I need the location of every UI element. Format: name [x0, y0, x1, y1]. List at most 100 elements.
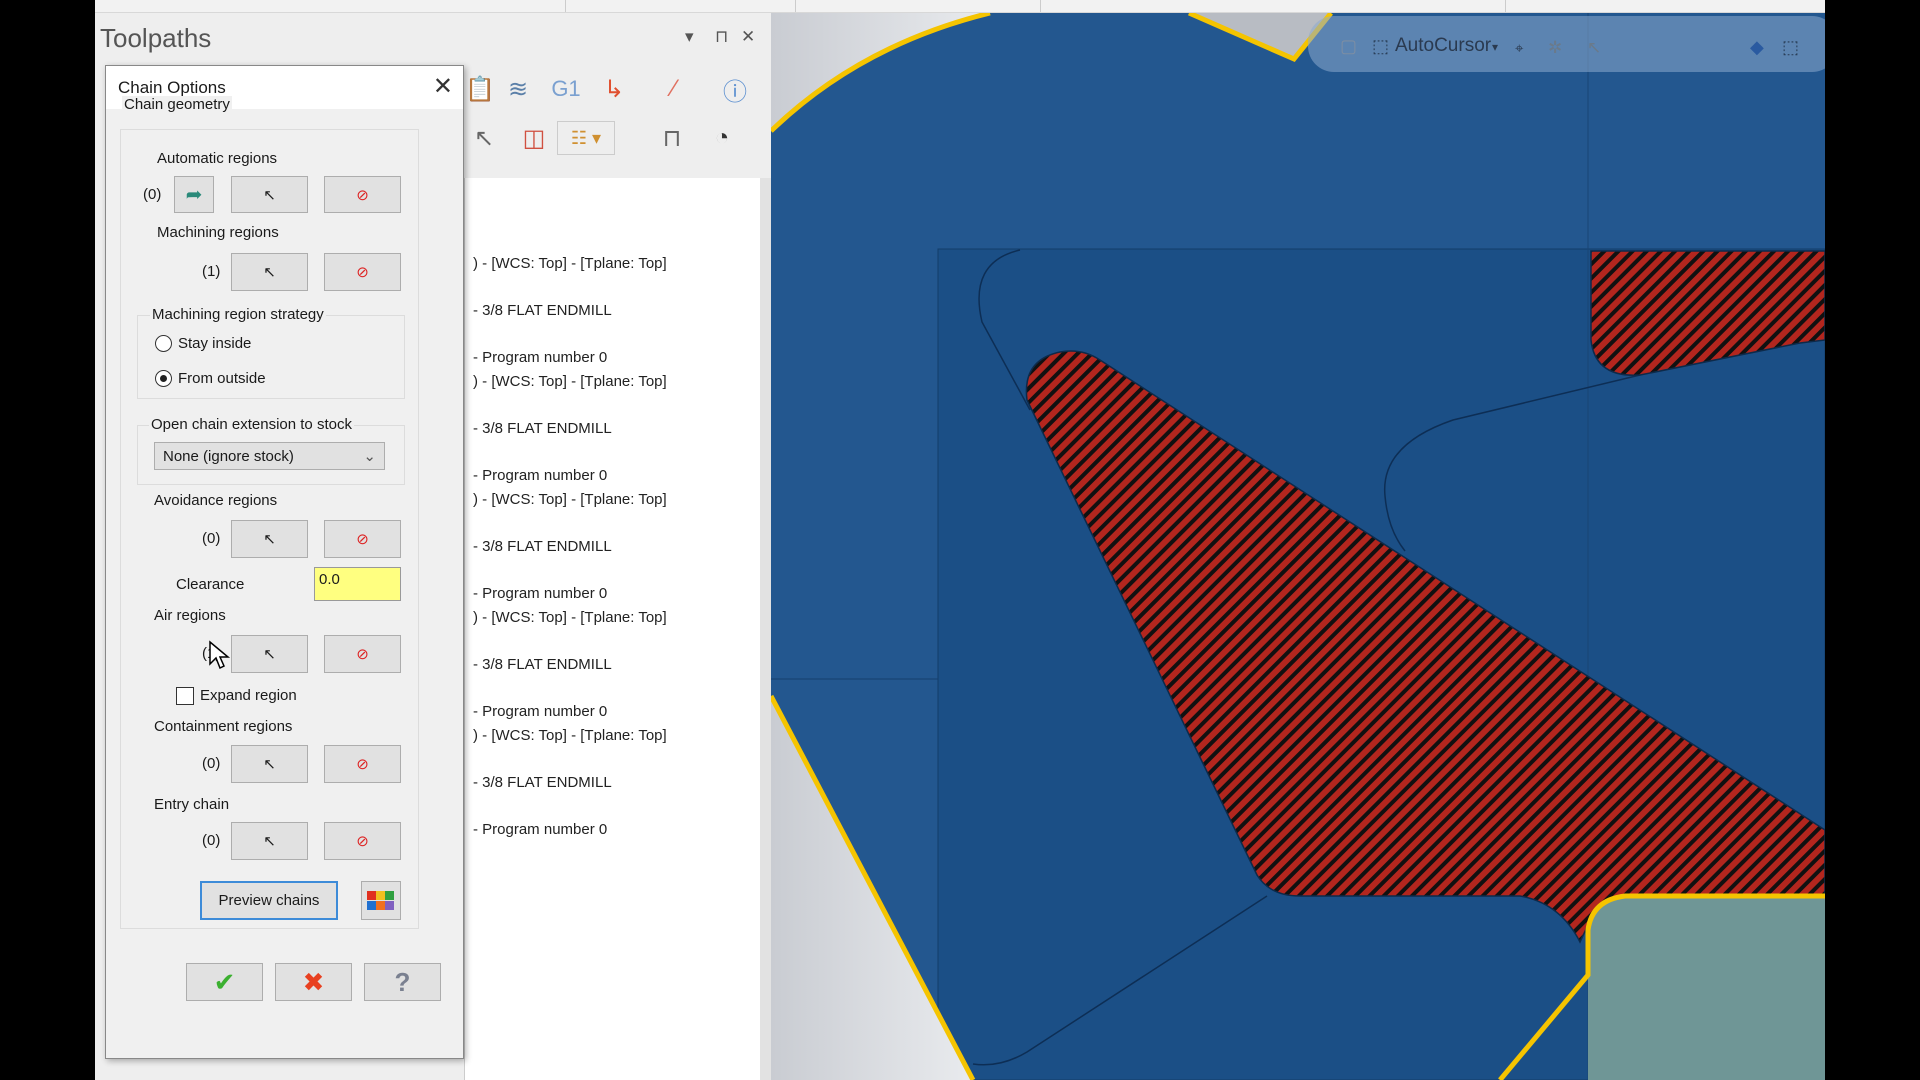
autocursor-toolbar: ▢ ⬚ AutoCursor ▾ ⌖ ✲ ↖ ◆ ⬚ — [1308, 16, 1825, 72]
strategy-label: Machining region strategy — [150, 306, 326, 323]
cursor-icon: ↖ — [263, 646, 276, 663]
cursor-icon[interactable]: ↖ — [1587, 38, 1601, 57]
help-icon[interactable]: ⓘ — [718, 72, 752, 106]
machining-clear-button[interactable]: ⊘ — [324, 253, 401, 291]
no-select-icon: ⊘ — [356, 264, 369, 281]
avoidance-regions-label: Avoidance regions — [154, 492, 278, 509]
chevron-down-icon[interactable]: ▾ — [1492, 40, 1498, 54]
avoidance-select-button[interactable]: ↖ — [231, 520, 308, 558]
paste-icon[interactable]: 📋 — [463, 72, 497, 106]
machining-regions-count: (1) — [202, 263, 221, 280]
entry-clear-button[interactable]: ⊘ — [324, 822, 401, 860]
panel-menu-button[interactable]: ▾ — [685, 27, 694, 47]
automatic-select-button[interactable]: ↖ — [231, 176, 308, 213]
toolpath-list: ) - [WCS: Top] - [Tplane: Top] - 3/8 FLA… — [464, 178, 760, 1080]
open-chain-select[interactable]: None (ignore stock) ⌄ — [154, 442, 385, 470]
clearance-input[interactable]: 0.0 — [314, 567, 401, 601]
selection-icon[interactable]: ◫ — [517, 121, 551, 155]
list-item[interactable]: ) - [WCS: Top] - [Tplane: Top] — [473, 491, 667, 508]
display-options-dropdown[interactable]: ☷ ▾ — [557, 121, 615, 155]
avoidance-clear-button[interactable]: ⊘ — [324, 520, 401, 558]
no-select-icon: ⊘ — [356, 833, 369, 850]
cursor-icon: ↖ — [263, 756, 276, 773]
open-chain-label: Open chain extension to stock — [149, 416, 354, 433]
list-item[interactable]: - Program number 0 — [473, 703, 607, 720]
mouse-cursor-icon — [209, 640, 231, 670]
post-icon[interactable]: ↳ — [597, 72, 631, 106]
no-select-icon: ⊘ — [356, 186, 369, 204]
gear-snap-icon[interactable]: ✲ — [1548, 38, 1562, 57]
automatic-regions-count: (0) — [143, 186, 162, 203]
machine-icon[interactable]: ⊓ — [655, 121, 689, 155]
autocursor-button[interactable]: AutoCursor — [1395, 35, 1492, 56]
list-item[interactable]: - Program number 0 — [473, 585, 607, 602]
help-button[interactable]: ? — [364, 963, 441, 1001]
fixture-region — [1588, 896, 1825, 1080]
cursor-icon: ↖ — [263, 531, 276, 548]
open-chain-value: None (ignore stock) — [163, 447, 294, 465]
panel-title: Toolpaths — [100, 23, 212, 53]
list-item[interactable]: - Program number 0 — [473, 349, 607, 366]
select-chain-icon[interactable]: ↖ — [467, 121, 501, 155]
toolpath-settings-icon[interactable]: ≋ — [501, 72, 535, 106]
preview-chains-button[interactable]: Preview chains — [200, 881, 338, 920]
list-item[interactable]: - 3/8 FLAT ENDMILL — [473, 302, 612, 319]
containment-regions-label: Containment regions — [154, 718, 293, 735]
list-item[interactable]: - 3/8 FLAT ENDMILL — [473, 656, 612, 673]
expand-region-label[interactable]: Expand region — [200, 687, 297, 704]
air-select-button[interactable]: ↖ — [231, 635, 308, 673]
cancel-button[interactable]: ✖ — [275, 963, 352, 1001]
list-item[interactable]: ) - [WCS: Top] - [Tplane: Top] — [473, 609, 667, 626]
no-select-icon: ⊘ — [356, 646, 369, 663]
chain-geometry-label: Chain geometry — [122, 96, 232, 113]
list-item[interactable]: ) - [WCS: Top] - [Tplane: Top] — [473, 727, 667, 744]
green-arrow-icon: ➦ — [185, 184, 203, 206]
list-scrollbar[interactable] — [760, 178, 771, 1080]
air-clear-button[interactable]: ⊘ — [324, 635, 401, 673]
list-item[interactable]: - 3/8 FLAT ENDMILL — [473, 420, 612, 437]
chain-options-dialog: Chain Options ✕ Chain geometry Automatic… — [105, 65, 464, 1059]
g1-icon[interactable]: G1 — [549, 72, 583, 106]
entry-chain-label: Entry chain — [154, 796, 230, 813]
palette-icon — [367, 890, 394, 910]
from-outside-label[interactable]: From outside — [178, 370, 266, 387]
stay-inside-label[interactable]: Stay inside — [178, 335, 251, 352]
clearance-label: Clearance — [176, 576, 245, 593]
automatic-clear-button[interactable]: ⊘ — [324, 176, 401, 213]
panel-pin-button[interactable]: ⊓ — [715, 27, 728, 47]
list-item[interactable]: - 3/8 FLAT ENDMILL — [473, 538, 612, 555]
dialog-title: Chain Options — [118, 78, 226, 97]
lock-icon[interactable]: ▢ — [1340, 36, 1357, 56]
close-button[interactable]: ✕ — [433, 72, 453, 101]
no-select-icon: ⊘ — [356, 531, 369, 548]
list-item[interactable]: - Program number 0 — [473, 821, 607, 838]
autocursor-icon[interactable]: ⬚ — [1372, 36, 1389, 56]
selection-mode-icon[interactable]: ⬚ — [1782, 37, 1799, 57]
color-palette-button[interactable] — [361, 881, 401, 920]
machining-regions-label: Machining regions — [157, 224, 279, 241]
ok-button[interactable]: ✔ — [186, 963, 263, 1001]
graphics-viewport[interactable]: ▢ ⬚ AutoCursor ▾ ⌖ ✲ ↖ ◆ ⬚ — [771, 13, 1825, 1080]
xyz-icon[interactable]: ⌖ — [1515, 40, 1524, 57]
containment-clear-button[interactable]: ⊘ — [324, 745, 401, 783]
list-item[interactable]: - 3/8 FLAT ENDMILL — [473, 774, 612, 791]
containment-select-button[interactable]: ↖ — [231, 745, 308, 783]
entry-select-button[interactable]: ↖ — [231, 822, 308, 860]
chevron-down-icon: ⌄ — [363, 448, 376, 465]
auto-detect-button[interactable]: ➦ — [174, 176, 214, 213]
machining-select-button[interactable]: ↖ — [231, 253, 308, 291]
list-item[interactable]: ) - [WCS: Top] - [Tplane: Top] — [473, 373, 667, 390]
from-outside-radio[interactable] — [155, 370, 172, 387]
cursor-icon: ↖ — [263, 186, 276, 204]
expand-region-checkbox[interactable] — [176, 687, 194, 705]
edit-icon[interactable]: ⁄ — [657, 72, 691, 106]
no-select-icon: ⊘ — [356, 756, 369, 773]
pie-edit-icon[interactable]: ◔ — [705, 121, 739, 155]
stay-inside-radio[interactable] — [155, 335, 172, 352]
panel-close-button[interactable]: ✕ — [741, 27, 755, 47]
list-item[interactable]: ) - [WCS: Top] - [Tplane: Top] — [473, 255, 667, 272]
cursor-icon: ↖ — [263, 833, 276, 850]
list-item[interactable]: - Program number 0 — [473, 467, 607, 484]
cursor-icon: ↖ — [263, 264, 276, 281]
select-solid-icon[interactable]: ◆ — [1750, 37, 1764, 57]
